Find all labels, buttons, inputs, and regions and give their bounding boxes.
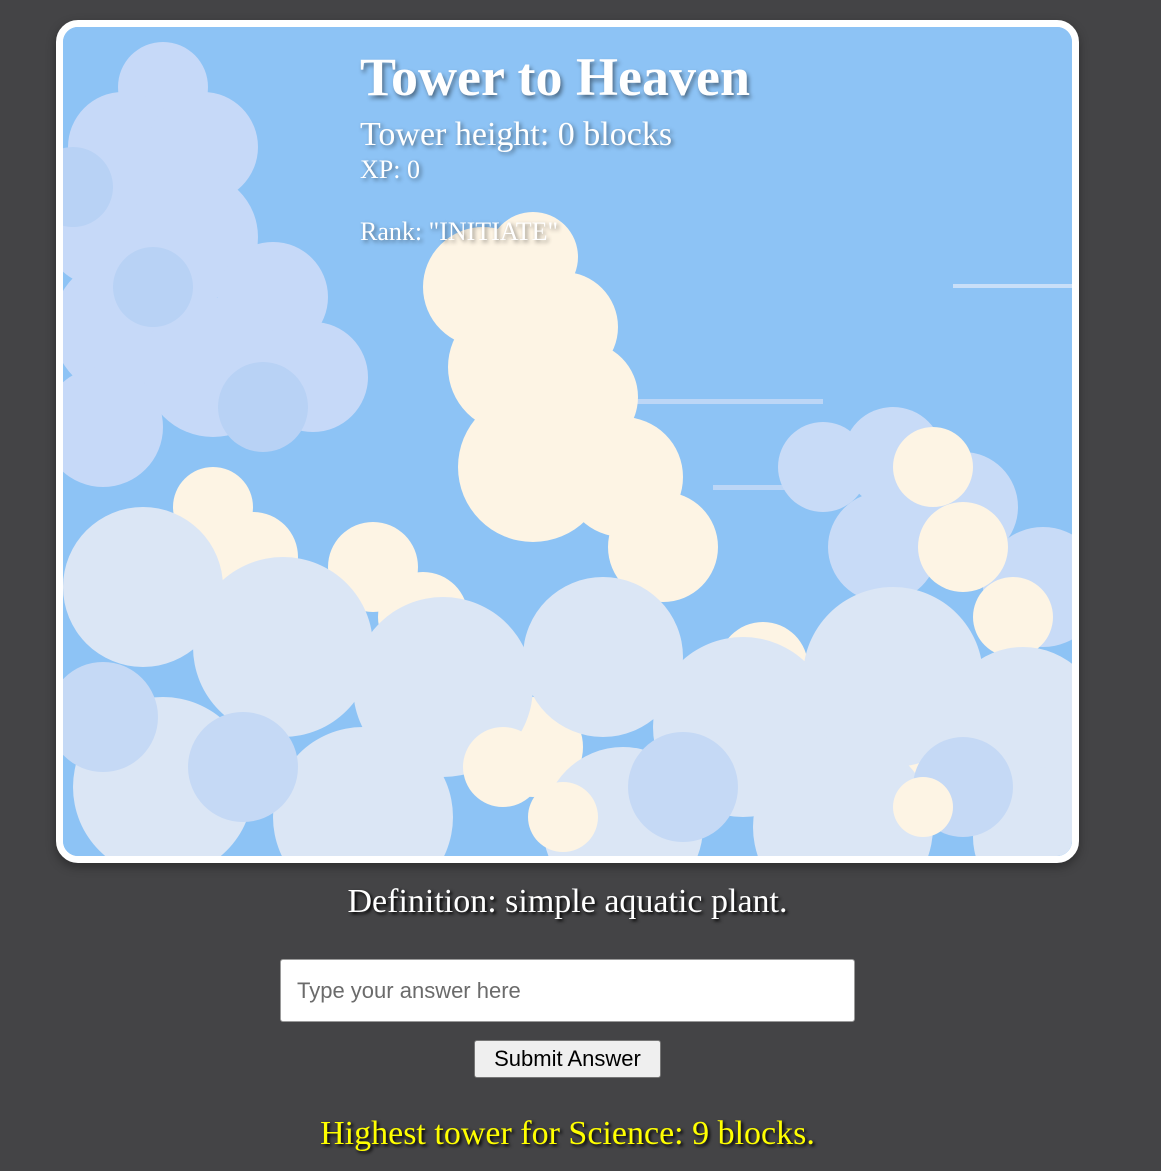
rank-readout: Rank: "INITIATE" <box>360 217 559 246</box>
definition-prompt: Definition: simple aquatic plant. <box>347 883 788 920</box>
game-viewport: Tower to Heaven Tower height: 0 blocks X… <box>56 20 1079 863</box>
submit-answer-button[interactable]: Submit Answer <box>474 1040 661 1078</box>
tower-height-readout: Tower height: 0 blocks <box>360 116 673 153</box>
answer-input[interactable] <box>280 959 855 1022</box>
xp-readout: XP: 0 <box>360 155 420 184</box>
game-title: Tower to Heaven <box>360 47 750 107</box>
highscore-message: Highest tower for Science: 9 blocks. <box>320 1115 815 1152</box>
